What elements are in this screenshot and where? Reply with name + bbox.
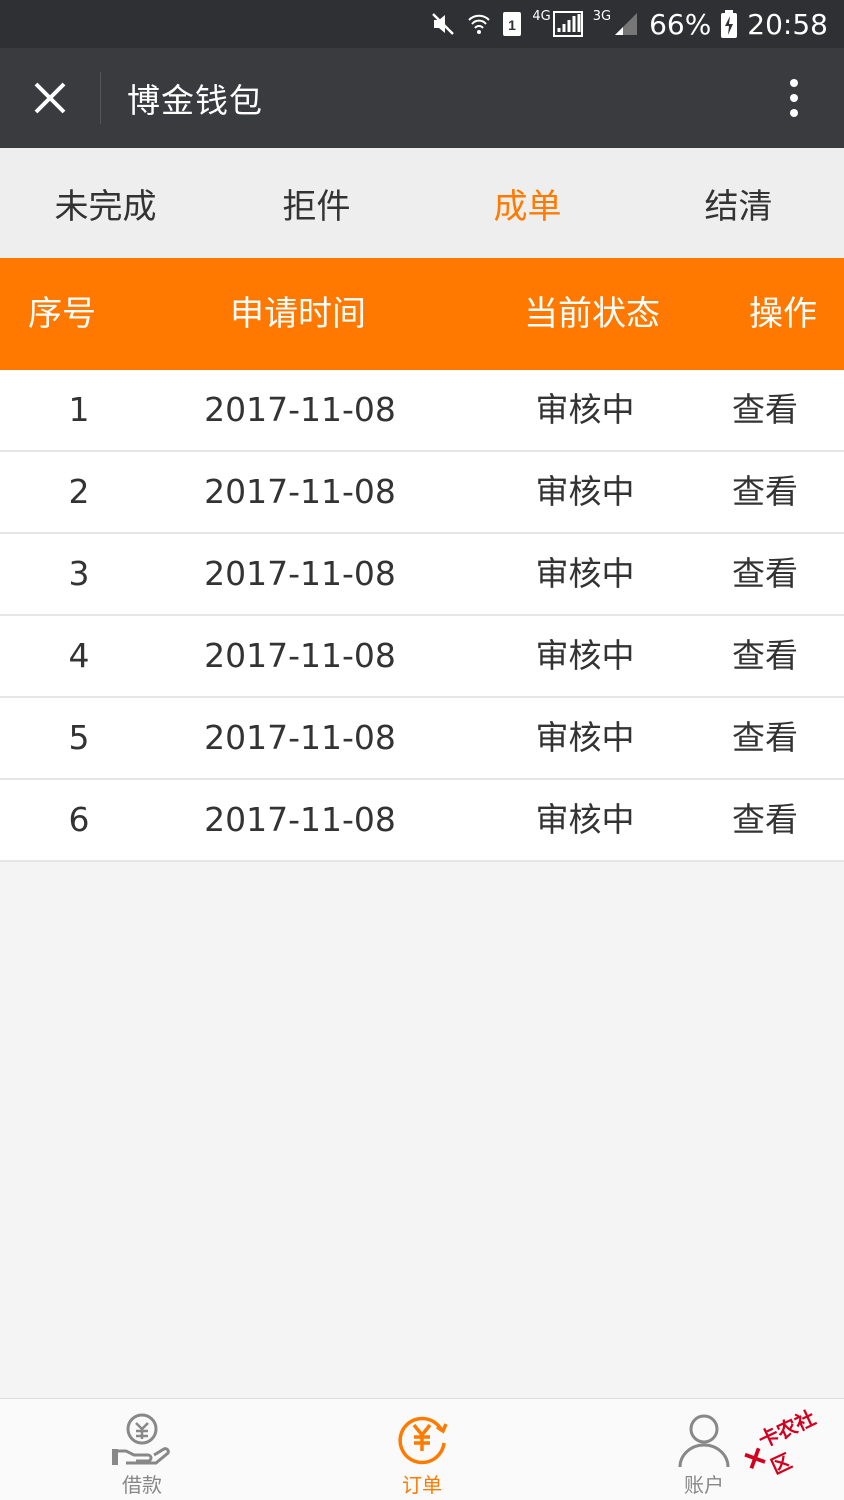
row-status: 审核中 <box>535 390 635 429</box>
close-button[interactable] <box>0 48 100 148</box>
row-number: 5 <box>68 718 90 757</box>
row-date: 2017-11-08 <box>204 800 396 839</box>
mute-icon <box>430 9 456 39</box>
row-status: 审核中 <box>535 800 635 839</box>
row-status: 审核中 <box>535 472 635 511</box>
table-row: 4 2017-11-08 审核中 查看 <box>0 616 844 698</box>
column-header-action: 操作 <box>749 294 817 334</box>
row-date: 2017-11-08 <box>204 554 396 593</box>
svg-text:1: 1 <box>508 17 516 33</box>
row-status: 审核中 <box>535 636 635 675</box>
close-icon <box>34 82 66 114</box>
more-menu-button[interactable] <box>744 48 844 148</box>
order-table-body: 1 2017-11-08 审核中 查看 2 2017-11-08 审核中 查看 … <box>0 370 844 862</box>
table-row: 3 2017-11-08 审核中 查看 <box>0 534 844 616</box>
table-header: 序号 申请时间 当前状态 操作 <box>0 258 844 370</box>
table-row: 5 2017-11-08 审核中 查看 <box>0 698 844 780</box>
row-number: 6 <box>68 800 90 839</box>
view-button[interactable]: 查看 <box>700 616 830 696</box>
loan-hand-icon <box>112 1413 170 1465</box>
order-yen-icon <box>398 1416 448 1465</box>
nav-label-order: 订单 <box>402 1473 442 1497</box>
tab-rejected[interactable]: 拒件 <box>211 148 422 258</box>
bottom-navigation: 借款 订单 账户 <box>0 1398 844 1500</box>
nav-label-loan: 借款 <box>122 1473 162 1497</box>
view-button[interactable]: 查看 <box>700 780 830 860</box>
table-row: 1 2017-11-08 审核中 查看 <box>0 370 844 452</box>
row-number: 2 <box>68 472 90 511</box>
account-person-icon <box>678 1414 730 1467</box>
battery-percent: 66% <box>649 7 712 41</box>
page-title: 博金钱包 <box>127 81 263 120</box>
tab-settled[interactable]: 结清 <box>633 148 844 258</box>
nav-label-account: 账户 <box>684 1473 724 1497</box>
table-row: 2 2017-11-08 审核中 查看 <box>0 452 844 534</box>
row-number: 1 <box>68 390 90 429</box>
signal-weak-icon <box>613 9 639 39</box>
row-number: 4 <box>68 636 90 675</box>
clock-time: 20:58 <box>747 7 828 41</box>
app-header: 博金钱包 <box>0 48 844 148</box>
view-button[interactable]: 查看 <box>700 370 830 450</box>
status-bar: 1 4G 3G 66% 20:58 <box>0 0 844 48</box>
view-button[interactable]: 查看 <box>700 698 830 778</box>
table-row: 6 2017-11-08 审核中 查看 <box>0 780 844 862</box>
row-date: 2017-11-08 <box>204 718 396 757</box>
view-button[interactable]: 查看 <box>700 452 830 532</box>
wifi-icon <box>466 9 492 39</box>
row-date: 2017-11-08 <box>204 390 396 429</box>
row-date: 2017-11-08 <box>204 636 396 675</box>
tab-completed[interactable]: 成单 <box>422 148 633 258</box>
nav-item-loan[interactable]: 借款 <box>72 1399 212 1500</box>
column-header-no: 序号 <box>28 294 96 334</box>
row-status: 审核中 <box>535 718 635 757</box>
row-date: 2017-11-08 <box>204 472 396 511</box>
nav-item-order[interactable]: 订单 <box>352 1399 492 1500</box>
order-status-tabs: 未完成 拒件 成单 结清 <box>0 148 844 258</box>
row-number: 3 <box>68 554 90 593</box>
more-vertical-icon <box>790 79 798 117</box>
network-3g-label: 3G <box>592 8 612 24</box>
row-status: 审核中 <box>535 554 635 593</box>
view-button[interactable]: 查看 <box>700 534 830 614</box>
battery-charging-icon <box>721 9 738 39</box>
sim-1-icon: 1 <box>502 9 522 39</box>
column-header-date: 申请时间 <box>230 294 366 334</box>
tab-incomplete[interactable]: 未完成 <box>0 148 211 258</box>
signal-icon <box>552 9 583 39</box>
header-divider <box>100 72 101 124</box>
column-header-status: 当前状态 <box>524 294 660 334</box>
network-4g-label: 4G <box>532 8 551 24</box>
